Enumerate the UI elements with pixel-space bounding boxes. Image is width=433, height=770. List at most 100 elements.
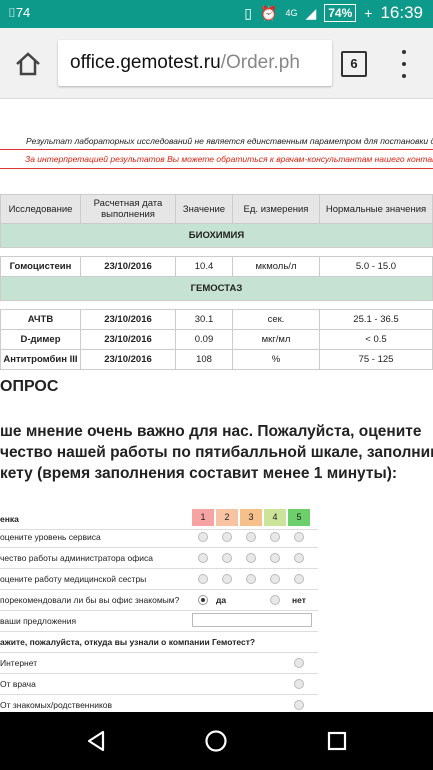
group-row: ГЕМОСТАЗ	[0, 276, 433, 301]
rating-radio-3[interactable]	[246, 553, 256, 563]
back-icon[interactable]	[84, 729, 108, 753]
home-nav-icon[interactable]	[204, 729, 228, 753]
table-row: Антитромбин III 23/10/2016 108 % 75 - 12…	[0, 349, 433, 370]
test-date: 23/10/2016	[80, 309, 176, 330]
results-table: Исследование Расчетная дата выполнения З…	[0, 194, 433, 370]
header-unit: Ед. измерения	[232, 194, 320, 224]
notification-icon: ⌷	[8, 5, 16, 20]
score-4: 4	[264, 509, 286, 526]
rating-radio-1[interactable]	[198, 574, 208, 584]
group-name: ГЕМОСТАЗ	[0, 276, 433, 301]
test-norm: 5.0 - 15.0	[319, 256, 433, 277]
clock: 16:39	[380, 3, 423, 22]
source-label: От знакомых/родственников	[0, 700, 113, 710]
url-bar[interactable]: office.gemotest.ru/Order.ph	[58, 40, 332, 86]
group-name: БИОХИМИЯ	[0, 223, 433, 248]
poll-title: ОПРОС	[0, 378, 59, 395]
test-norm: 25.1 - 36.5	[319, 309, 433, 330]
rating-radio-5[interactable]	[294, 574, 304, 584]
recommend-no-radio[interactable]	[270, 595, 280, 605]
test-unit: %	[232, 349, 320, 370]
alarm-icon: ⏰	[260, 4, 278, 21]
header-test: Исследование	[0, 194, 81, 224]
suggestions-input[interactable]	[192, 613, 312, 627]
score-1: 1	[192, 509, 214, 526]
browser-toolbar: office.gemotest.ru/Order.ph 6	[0, 28, 433, 99]
score-2: 2	[216, 509, 238, 526]
source-option-internet: Интернет	[0, 653, 318, 674]
rating-radio-2[interactable]	[222, 553, 232, 563]
home-icon[interactable]	[14, 50, 42, 78]
rating-radio-1[interactable]	[198, 532, 208, 542]
source-option-doctor: От врача	[0, 674, 318, 695]
rating-label: оцените уровень сервиса	[0, 532, 101, 542]
rating-radio-4[interactable]	[270, 574, 280, 584]
score-header-label: енка	[0, 514, 19, 524]
recommend-question: порекомендовали ли бы вы офис знакомым?	[0, 595, 180, 605]
rating-radio-4[interactable]	[270, 553, 280, 563]
overflow-menu-icon[interactable]	[396, 50, 412, 78]
test-name: АЧТВ	[0, 309, 81, 330]
source-radio[interactable]	[294, 700, 304, 710]
recommend-no-label: нет	[292, 595, 306, 605]
rating-label: оцените работу медицинской сестры	[0, 574, 147, 584]
source-question: ажите, пожалуйста, откуда вы узнали о ко…	[0, 637, 256, 647]
source-label: От врача	[0, 679, 36, 689]
battery-level: 74%	[324, 4, 357, 22]
rating-radio-3[interactable]	[246, 532, 256, 542]
test-name: D-димер	[0, 329, 81, 350]
system-nav-bar	[0, 712, 433, 770]
consult-notice: За интерпретацией результатов Вы можете …	[0, 149, 433, 169]
source-option-friends: От знакомых/родственников	[0, 695, 318, 712]
table-row: АЧТВ 23/10/2016 30.1 сек. 25.1 - 36.5	[0, 309, 433, 330]
vibrate-icon: ▯	[244, 4, 252, 21]
rating-radio-5[interactable]	[294, 532, 304, 542]
poll-intro-line: ше мнение очень важно для нас. Пожалуйст…	[0, 423, 422, 440]
disclaimer-text: Результат лабораторных исследований не я…	[26, 136, 433, 146]
test-value: 108	[175, 349, 233, 370]
test-unit: мкг/мл	[232, 329, 320, 350]
poll-intro-line: чество нашей работы по пятибалльной шкал…	[0, 444, 433, 461]
group-row: БИОХИМИЯ	[0, 223, 433, 248]
page-content: Результат лабораторных исследований не я…	[0, 99, 433, 712]
url-host: office.gemotest.ru	[70, 52, 221, 73]
test-name: Антитромбин III	[0, 349, 81, 370]
recommend-yes-label: да	[216, 595, 227, 605]
rating-radio-1[interactable]	[198, 553, 208, 563]
test-unit: мкмоль/л	[232, 256, 320, 277]
recommend-yes-radio[interactable]	[198, 595, 208, 605]
header-norm: Нормальные значения	[319, 194, 433, 224]
rating-row-admin: чество работы администратора офиса	[0, 548, 318, 569]
source-question-row: ажите, пожалуйста, откуда вы узнали о ко…	[0, 632, 318, 653]
signal-icon: ◢	[305, 4, 317, 21]
poll-intro: ше мнение очень важно для нас. Пожалуйст…	[0, 421, 433, 484]
rating-row-nurse: оцените работу медицинской сестры	[0, 569, 318, 590]
table-row: Гомоцистеин 23/10/2016 10.4 мкмоль/л 5.0…	[0, 256, 433, 277]
test-date: 23/10/2016	[80, 256, 176, 277]
recommend-row: порекомендовали ли бы вы офис знакомым? …	[0, 590, 318, 611]
rating-radio-2[interactable]	[222, 574, 232, 584]
notification-badge: ⌷74	[8, 5, 30, 21]
rating-radio-2[interactable]	[222, 532, 232, 542]
score-5: 5	[288, 509, 310, 526]
source-radio[interactable]	[294, 679, 304, 689]
test-norm: 75 - 125	[319, 349, 433, 370]
header-value: Значение	[175, 194, 233, 224]
tab-switcher-button[interactable]: 6	[341, 51, 367, 77]
consult-text: За интерпретацией результатов Вы можете …	[25, 154, 433, 164]
header-date: Расчетная дата выполнения	[80, 194, 176, 224]
table-row: D-димер 23/10/2016 0.09 мкг/мл < 0.5	[0, 329, 433, 350]
charging-icon: +	[364, 5, 373, 21]
test-date: 23/10/2016	[80, 349, 176, 370]
status-bar: ⌷74 ▯ ⏰ 4G ◢ 74% + 16:39	[0, 0, 433, 28]
notification-count: 74	[15, 5, 31, 20]
rating-radio-5[interactable]	[294, 553, 304, 563]
test-unit: сек.	[232, 309, 320, 330]
source-label: Интернет	[0, 658, 38, 668]
rating-radio-4[interactable]	[270, 532, 280, 542]
recents-icon[interactable]	[325, 729, 349, 753]
test-name: Гомоцистеин	[0, 256, 81, 277]
suggestions-label: ваши предложения	[0, 616, 77, 626]
rating-radio-3[interactable]	[246, 574, 256, 584]
source-radio[interactable]	[294, 658, 304, 668]
